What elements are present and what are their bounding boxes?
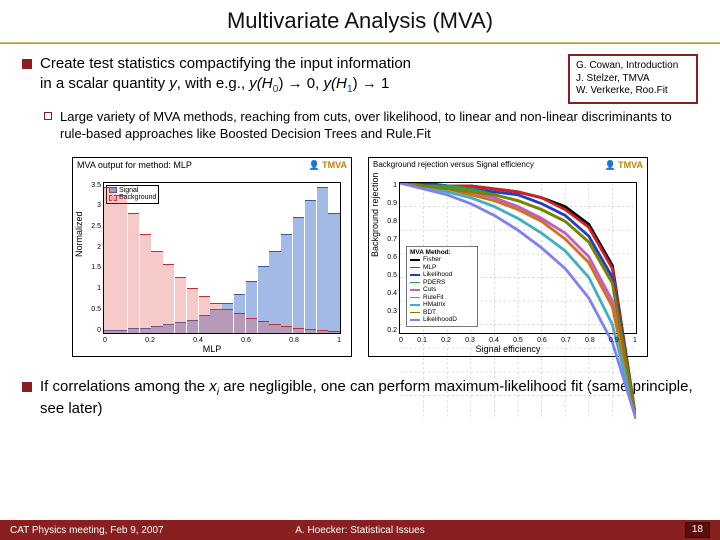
bullet-square-icon [22,382,32,392]
chart1-xlabel: MLP [203,344,222,354]
footer-right: 18 [477,522,710,538]
chart2-title: Background rejection versus Signal effic… [373,160,534,171]
reference-box: G. Cowan, Introduction J. Stelzer, TMVA … [568,54,698,104]
chart-mlp-output: MVA output for method: MLP 👤 TMVA Normal… [72,157,352,357]
chart2-legend: MVA Method: FisherMLPLikelihoodPDERSCuts… [406,246,478,327]
footer-center: A. Hoecker: Statistical Issues [243,525,476,536]
chart1-xticks: 00.20.40.60.81 [103,337,341,344]
bullet-square-icon [22,59,32,69]
footer-bar: CAT Physics meeting, Feb 9, 2007 A. Hoec… [0,520,720,540]
bullet-2-text: Large variety of MVA methods, reaching f… [60,108,698,143]
chart-roc: Background rejection versus Signal effic… [368,157,648,357]
chart2-xlabel: Signal efficiency [476,344,541,354]
bullet-1: Create test statistics compactifying the… [22,54,558,96]
chart1-yticks: 00.511.522.533.5 [79,182,101,334]
slide-title: Multivariate Analysis (MVA) [0,8,720,34]
chart2-plot-area: MVA Method: FisherMLPLikelihoodPDERSCuts… [399,182,637,334]
chart1-title: MVA output for method: MLP [77,160,192,171]
page-number: 18 [685,522,710,538]
tmva-logo-icon: 👤 TMVA [308,160,347,171]
bullet-2: Large variety of MVA methods, reaching f… [44,108,698,143]
chart2-xticks: 00.10.20.30.40.50.60.70.80.91 [399,337,637,344]
chart1-plot-area: Signal Background [103,182,341,334]
bullet-1-text: Create test statistics compactifying the… [40,54,558,96]
bullet-open-square-icon [44,112,52,120]
footer-left: CAT Physics meeting, Feb 9, 2007 [10,525,243,536]
tmva-logo-icon: 👤 TMVA [604,160,643,171]
chart2-yticks: 0.20.30.40.50.60.70.80.91 [375,182,397,334]
chart1-background-bars [104,183,340,333]
